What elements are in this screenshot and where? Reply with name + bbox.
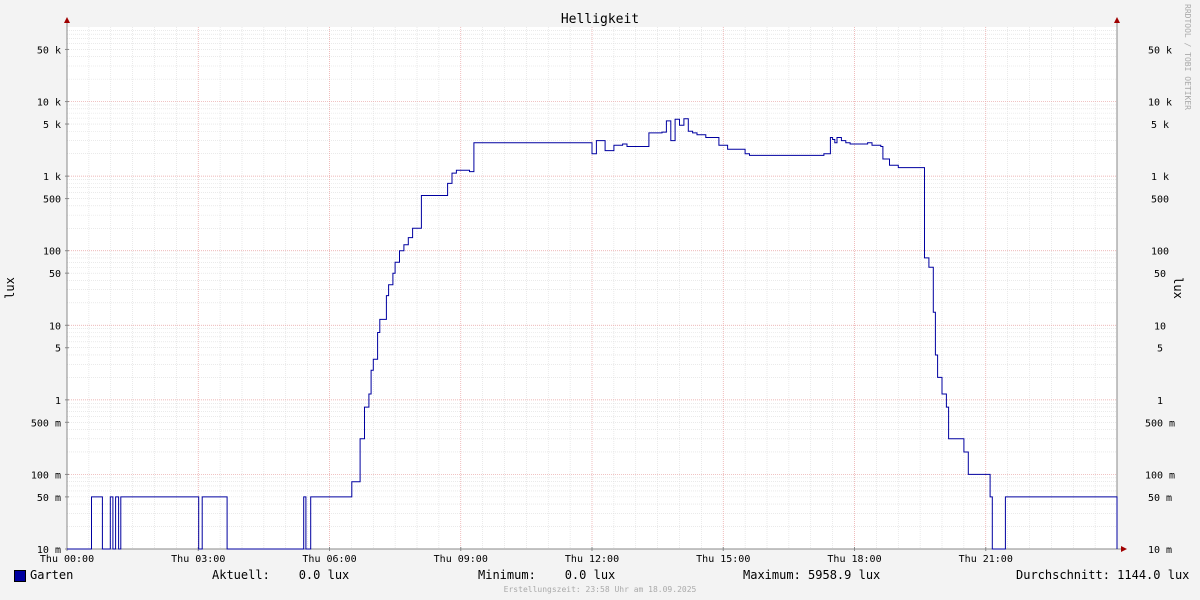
- y-tick-label-right: 10 m: [1148, 545, 1172, 556]
- legend-durchschnitt: Durchschnitt: 1144.0 lux: [1016, 568, 1190, 582]
- y-tick-label-left: 1: [55, 396, 61, 407]
- x-axis-arrow: [1121, 546, 1127, 552]
- y-tick-label-right: 1: [1157, 396, 1163, 407]
- x-tick-label: Thu 03:00: [171, 554, 225, 565]
- y-axis-label-right: lux: [1171, 277, 1185, 299]
- y-tick-label-left: 50 m: [37, 493, 61, 504]
- y-tick-label-left: 10 k: [37, 98, 61, 109]
- y-tick-label-right: 10 k: [1148, 98, 1172, 109]
- y-tick-label-right: 500 m: [1145, 418, 1175, 429]
- y-axis-right-labels: 50 k 10 k 5 k 1 k 500 100 50 10 5 1 500 m 100 m 50 m…: [1145, 45, 1175, 556]
- y-tick-label-left: 500 m: [31, 418, 61, 429]
- legend-aktuell: Aktuell: 0.0 lux: [212, 568, 350, 582]
- y-axis-right-arrow: [1114, 17, 1120, 23]
- y-tick-label-right: 5: [1157, 344, 1163, 355]
- y-tick-label-right: 500: [1151, 195, 1169, 206]
- y-axis-label-left: lux: [3, 277, 17, 299]
- x-tick-label: Thu 12:00: [565, 554, 619, 565]
- y-tick-label-left: 10: [49, 321, 61, 332]
- y-tick-label-right: 50 k: [1148, 45, 1172, 56]
- y-tick-label-left: 5: [55, 344, 61, 355]
- y-tick-label-right: 10: [1154, 321, 1166, 332]
- x-tick-label: Thu 18:00: [827, 554, 881, 565]
- y-tick-label-left: 50 k: [37, 45, 61, 56]
- y-tick-label-left: 500: [43, 195, 61, 206]
- footer-timestamp: Erstellungszeit: 23:58 Uhr am 18.09.2025: [503, 585, 697, 594]
- x-tick-label: Thu 09:00: [434, 554, 488, 565]
- y-axis-left-labels: 50 k 10 k 5 k 1 k 500 100 50 10 5 1 500 m 100 m 50 m…: [31, 45, 61, 556]
- chart-title: Helligkeit: [561, 12, 639, 27]
- y-tick-label-left: 1 k: [43, 172, 61, 183]
- y-tick-label-right: 1 k: [1151, 172, 1169, 183]
- x-tick-label: Thu 06:00: [302, 554, 356, 565]
- x-tick-label: Thu 21:00: [959, 554, 1013, 565]
- x-axis-labels: Thu 00:00 Thu 03:00 Thu 06:00 Thu 09:00 Thu …: [40, 554, 1013, 565]
- y-tick-label-right: 100 m: [1145, 470, 1175, 481]
- legend-swatch-garten: [14, 570, 26, 582]
- legend-maximum: Maximum: 5958.9 lux: [743, 568, 881, 582]
- legend-minimum: Minimum: 0.0 lux: [478, 568, 616, 582]
- chart: 50 k 10 k 5 k 1 k 500 100 50 10 5 1 500 m 100 m 50 m…: [3, 12, 1185, 565]
- x-tick-label: Thu 15:00: [696, 554, 750, 565]
- y-tick-label-right: 50: [1154, 269, 1166, 280]
- y-tick-label-left: 50: [49, 269, 61, 280]
- legend-label-garten: Garten: [30, 568, 74, 582]
- y-tick-label-right: 100: [1151, 247, 1169, 258]
- y-axis-left-arrow: [64, 17, 70, 23]
- y-tick-label-left: 5 k: [43, 120, 61, 131]
- x-tick-label: Thu 00:00: [40, 554, 94, 565]
- y-tick-label-left: 100 m: [31, 470, 61, 481]
- rrdtool-watermark: RRDTOOL / TOBI OETIKER: [1183, 4, 1192, 110]
- y-tick-label-right: 5 k: [1151, 120, 1169, 131]
- y-tick-label-right: 50 m: [1148, 493, 1172, 504]
- y-tick-label-left: 100: [43, 247, 61, 258]
